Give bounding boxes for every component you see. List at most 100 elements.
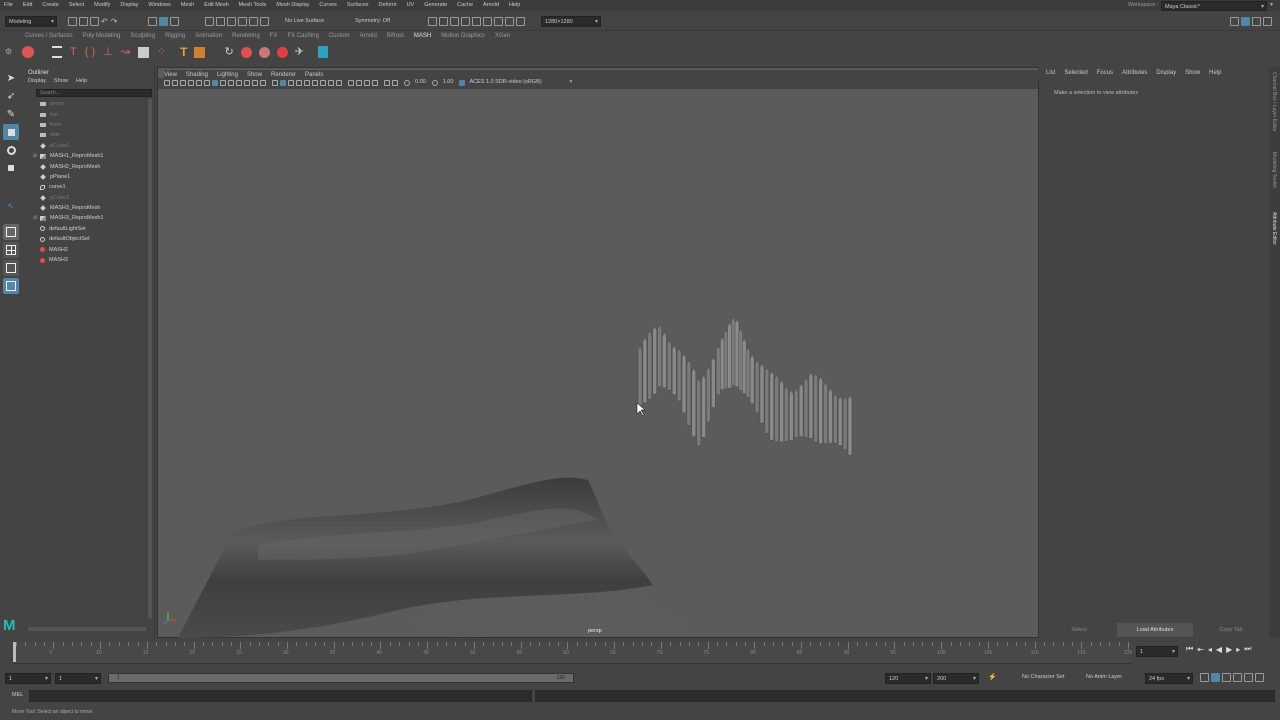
open-scene-icon[interactable]: [79, 17, 88, 26]
four-view-layout[interactable]: [3, 242, 19, 258]
motion-blur-icon[interactable]: [356, 80, 362, 86]
hypershade-icon[interactable]: [472, 17, 481, 26]
exposure-icon[interactable]: [404, 80, 410, 86]
fps-dropdown[interactable]: 24 fps: [1145, 673, 1193, 684]
settings-icon[interactable]: [1255, 673, 1264, 682]
ae-menu-item[interactable]: Focus: [1097, 70, 1113, 76]
mash-points-icon[interactable]: ⁘: [157, 46, 166, 58]
isolate-select-icon[interactable]: [384, 80, 390, 86]
mode-dropdown[interactable]: Modeling: [5, 16, 57, 27]
ae-menu-item[interactable]: Attributes: [1122, 70, 1147, 76]
step-back-frame-icon[interactable]: ◂: [1208, 645, 1212, 654]
ambient-occlusion-icon[interactable]: [348, 80, 354, 86]
mash-network-icon[interactable]: [22, 46, 34, 58]
menu-item[interactable]: UV: [407, 2, 415, 9]
window-controls[interactable]: ▾: [1270, 2, 1273, 8]
menu-item[interactable]: Edit: [23, 2, 32, 9]
outliner-search[interactable]: Search...: [36, 89, 152, 97]
outliner-item[interactable]: side: [33, 130, 148, 140]
ae-menu-item[interactable]: List: [1046, 70, 1055, 76]
outliner-menu-item[interactable]: Help: [76, 78, 87, 85]
arnold-render-icon[interactable]: [483, 17, 492, 26]
shelf-tab[interactable]: Rigging: [160, 33, 190, 39]
lasso-tool[interactable]: ➶: [3, 88, 19, 104]
grid-icon[interactable]: [212, 80, 218, 86]
outliner-item[interactable]: curve1: [33, 182, 148, 192]
outliner-menu-item[interactable]: Show: [54, 78, 68, 85]
play-forward-icon[interactable]: ▶: [1226, 645, 1232, 654]
animation-prefs-icon[interactable]: [1233, 673, 1242, 682]
shelf-tab[interactable]: Animation: [190, 33, 227, 39]
shelf-tab[interactable]: MASH: [409, 33, 436, 39]
persp-outliner-layout[interactable]: [3, 260, 19, 276]
resolution-dropdown[interactable]: 1280×1280: [541, 16, 601, 27]
end-time-field[interactable]: 120: [885, 673, 931, 684]
toggle-attribute-editor-icon[interactable]: [1241, 17, 1250, 26]
render-view-icon[interactable]: [439, 17, 448, 26]
shelf-tab[interactable]: XGen: [490, 33, 515, 39]
go-to-end-icon[interactable]: ⏭: [1244, 644, 1251, 654]
outliner-item[interactable]: MASH2_ReproMesh: [33, 161, 148, 171]
mash-dynamics-icon[interactable]: [258, 46, 270, 58]
snap-curve-icon[interactable]: [216, 17, 225, 26]
shelf-tab[interactable]: Motion Graphics: [436, 33, 490, 39]
use-all-lights-icon[interactable]: [304, 80, 310, 86]
ae-menu-item[interactable]: Selected: [1064, 70, 1087, 76]
2d-pan-icon[interactable]: [196, 80, 202, 86]
go-to-start-icon[interactable]: ⏮: [1186, 644, 1193, 654]
move-tool[interactable]: [3, 124, 19, 140]
snap-grid-icon[interactable]: [205, 17, 214, 26]
mash-audio-icon[interactable]: [276, 46, 288, 58]
modeling-toolkit-tab[interactable]: Modeling Toolkit: [1271, 152, 1277, 188]
step-forward-frame-icon[interactable]: ▸: [1236, 645, 1240, 654]
audio-icon[interactable]: [1222, 673, 1231, 682]
menu-item[interactable]: Cache: [457, 2, 473, 9]
pause-render-icon[interactable]: [516, 17, 525, 26]
type-tool-icon[interactable]: T: [180, 46, 187, 58]
new-scene-icon[interactable]: [68, 17, 77, 26]
shelf-tab[interactable]: FX Caching: [282, 33, 323, 39]
current-frame-field[interactable]: 1: [1136, 646, 1178, 657]
command-input[interactable]: [29, 690, 532, 702]
select-component-icon[interactable]: [170, 17, 179, 26]
channel-box-tab[interactable]: Channel Box / Layer Editor: [1271, 72, 1277, 132]
mash-signal-icon[interactable]: ✈: [295, 46, 304, 58]
outliner-item[interactable]: pCube1: [33, 141, 148, 151]
loop-icon[interactable]: [1200, 673, 1209, 682]
outliner-item[interactable]: pPlane1: [33, 172, 148, 182]
ae-copy-tab-button[interactable]: Copy Tab: [1193, 627, 1269, 633]
depth-of-field-icon[interactable]: [372, 80, 378, 86]
auto-key-icon[interactable]: ⚡: [988, 674, 997, 681]
shelf-tab[interactable]: Arnold: [355, 33, 382, 39]
menu-item[interactable]: Select: [69, 2, 84, 9]
shelf-tab[interactable]: Bifrost: [382, 33, 409, 39]
wireframe-on-shaded-icon[interactable]: [288, 80, 294, 86]
inner-start-field[interactable]: 1: [55, 673, 101, 684]
time-slider[interactable]: 5 10 15 20 25 30 35 40 45 50 55 60 65 70 75 80 85 90 95 100…: [0, 640, 1280, 666]
snap-surface-icon[interactable]: [260, 17, 269, 26]
menu-item[interactable]: Surfaces: [347, 2, 369, 9]
safe-action-icon[interactable]: [252, 80, 258, 86]
svg-tool-icon[interactable]: [193, 46, 205, 58]
select-object-icon[interactable]: [159, 17, 168, 26]
mash-flight-icon[interactable]: ↝: [121, 46, 130, 58]
menu-item[interactable]: Curves: [319, 2, 336, 9]
range-bar[interactable]: 1 120: [108, 673, 574, 683]
ae-load-attributes-button[interactable]: Load Attributes: [1117, 623, 1193, 637]
mash-curve-icon[interactable]: ( ): [85, 46, 95, 58]
menu-item[interactable]: Modify: [94, 2, 110, 9]
ae-select-button[interactable]: Select: [1041, 627, 1117, 633]
shelf-tab[interactable]: Sculpting: [125, 33, 160, 39]
character-set-dropdown[interactable]: No Character Set: [1022, 674, 1065, 681]
colorspace-arrow-icon[interactable]: ▾: [569, 80, 572, 86]
attribute-editor-tab[interactable]: Attribute Editor: [1271, 212, 1277, 245]
menu-item[interactable]: Generate: [424, 2, 447, 9]
max-end-time-field[interactable]: 200: [933, 673, 979, 684]
mash-text-icon[interactable]: T: [70, 46, 77, 58]
timeline-track[interactable]: 5 10 15 20 25 30 35 40 45 50 55 60 65 70 75 80 85 90 95 100…: [13, 642, 1132, 664]
grease-pencil-icon[interactable]: [204, 80, 210, 86]
expand-plus-icon[interactable]: ⊞: [33, 215, 40, 221]
shadows-icon[interactable]: [312, 80, 318, 86]
shelf-settings-icon[interactable]: ⚙: [5, 48, 12, 56]
hud-icon[interactable]: [392, 80, 398, 86]
